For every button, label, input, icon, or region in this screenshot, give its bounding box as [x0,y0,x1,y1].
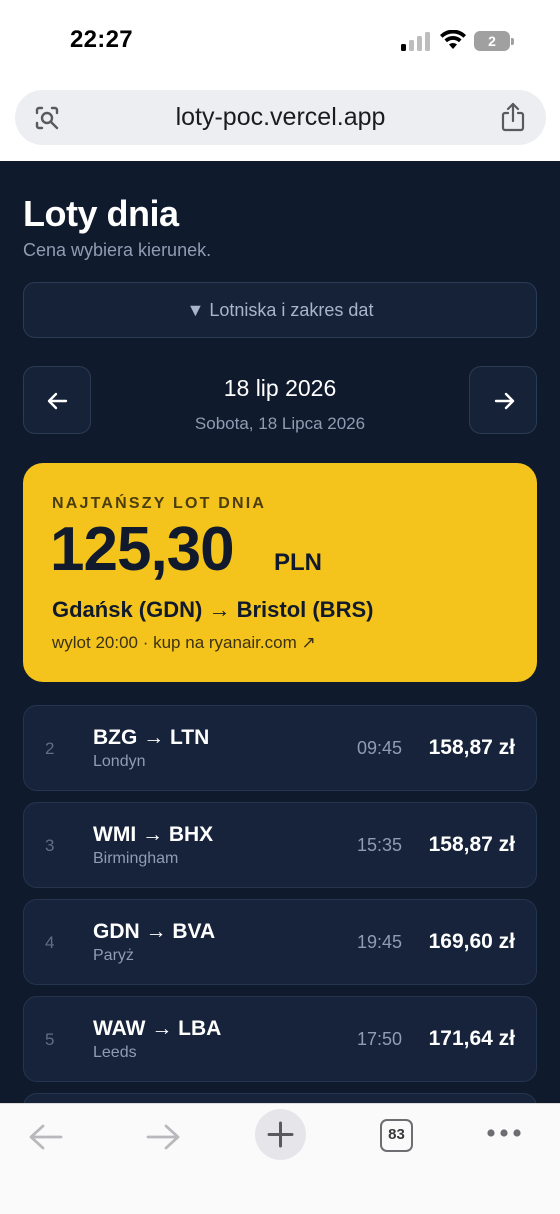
arrow-left-icon [47,392,68,410]
flight-list-item[interactable]: 5 WAW → LBA Leeds 17:50 171,64 zł [23,996,537,1082]
flight-price: 169,60 zł [428,930,515,953]
selected-date-long: Sobota, 18 Lipca 2026 [194,414,366,433]
new-tab-button[interactable] [255,1109,306,1160]
flight-route: BZG → LTN [93,726,210,749]
arrow-right-icon [494,392,515,410]
battery-icon: 2 [474,31,514,51]
page-title: Loty dnia [23,193,179,234]
back-arrow-icon[interactable] [28,1122,64,1152]
buy-link[interactable]: wylot 20:00 · kup na ryanair.com ↗ [52,633,316,653]
flight-list-item-partial[interactable] [23,1093,537,1103]
flight-city: Birmingham [93,850,179,867]
flight-city: Londyn [93,753,146,770]
next-day-button[interactable] [469,366,537,434]
flight-rank: 2 [45,739,55,758]
flight-time: 19:45 [356,932,402,952]
cheapest-currency: PLN [274,549,322,576]
flight-time: 17:50 [356,1029,402,1049]
flight-rank: 4 [45,933,55,952]
flight-list-item[interactable]: 3 WMI → BHX Birmingham 15:35 158,87 zł [23,802,537,888]
flight-list-item[interactable]: 4 GDN → BVA Paryż 19:45 169,60 zł [23,899,537,985]
flight-time: 15:35 [356,835,402,855]
previous-day-button[interactable] [23,366,91,434]
browser-address-area: loty-poc.vercel.app [0,80,560,161]
app-content: Loty dnia Cena wybiera kierunek. ▼ Lotni… [0,161,560,1103]
more-options-icon[interactable] [486,1128,522,1138]
selected-date: 18 lip 2026 [223,375,337,401]
flight-route: GDN → BVA [93,920,216,943]
forward-arrow-icon[interactable] [145,1122,181,1152]
plus-icon [267,1121,294,1148]
flight-city: Paryż [93,947,134,964]
flight-price: 158,87 zł [428,833,515,856]
flight-route: WAW → LBA [93,1017,222,1040]
browser-toolbar: 83 [0,1103,560,1214]
tab-count-button[interactable]: 83 [380,1119,413,1152]
status-time: 22:27 [70,26,133,53]
cellular-signal-icon [401,31,431,51]
share-icon[interactable] [499,102,527,132]
cheapest-price: 125,30 [50,515,235,584]
flight-rank: 3 [45,836,55,855]
wifi-icon [440,30,466,49]
flight-city: Leeds [93,1044,137,1061]
page-subtitle: Cena wybiera kierunek. [23,240,212,260]
flight-price: 158,87 zł [428,736,515,759]
address-bar[interactable]: loty-poc.vercel.app [15,90,546,145]
flight-list-item[interactable]: 2 BZG → LTN Londyn 09:45 158,87 zł [23,705,537,791]
flight-time: 09:45 [356,738,402,758]
filter-toggle-button[interactable]: ▼ Lotniska i zakres dat [23,282,537,338]
cheapest-route: Gdańsk (GDN) → Bristol (BRS) [52,597,374,622]
status-bar: 22:27 2 [0,0,560,80]
flight-rank: 5 [45,1030,55,1049]
url-text[interactable]: loty-poc.vercel.app [15,90,546,145]
flight-route: WMI → BHX [93,823,214,846]
cheapest-flight-card[interactable]: NAJTAŃSZY LOT DNIA 125,30 PLN Gdańsk (GD… [23,463,537,682]
cheapest-label: NAJTAŃSZY LOT DNIA [52,495,267,512]
flight-price: 171,64 zł [428,1027,515,1050]
battery-level: 2 [488,33,496,49]
